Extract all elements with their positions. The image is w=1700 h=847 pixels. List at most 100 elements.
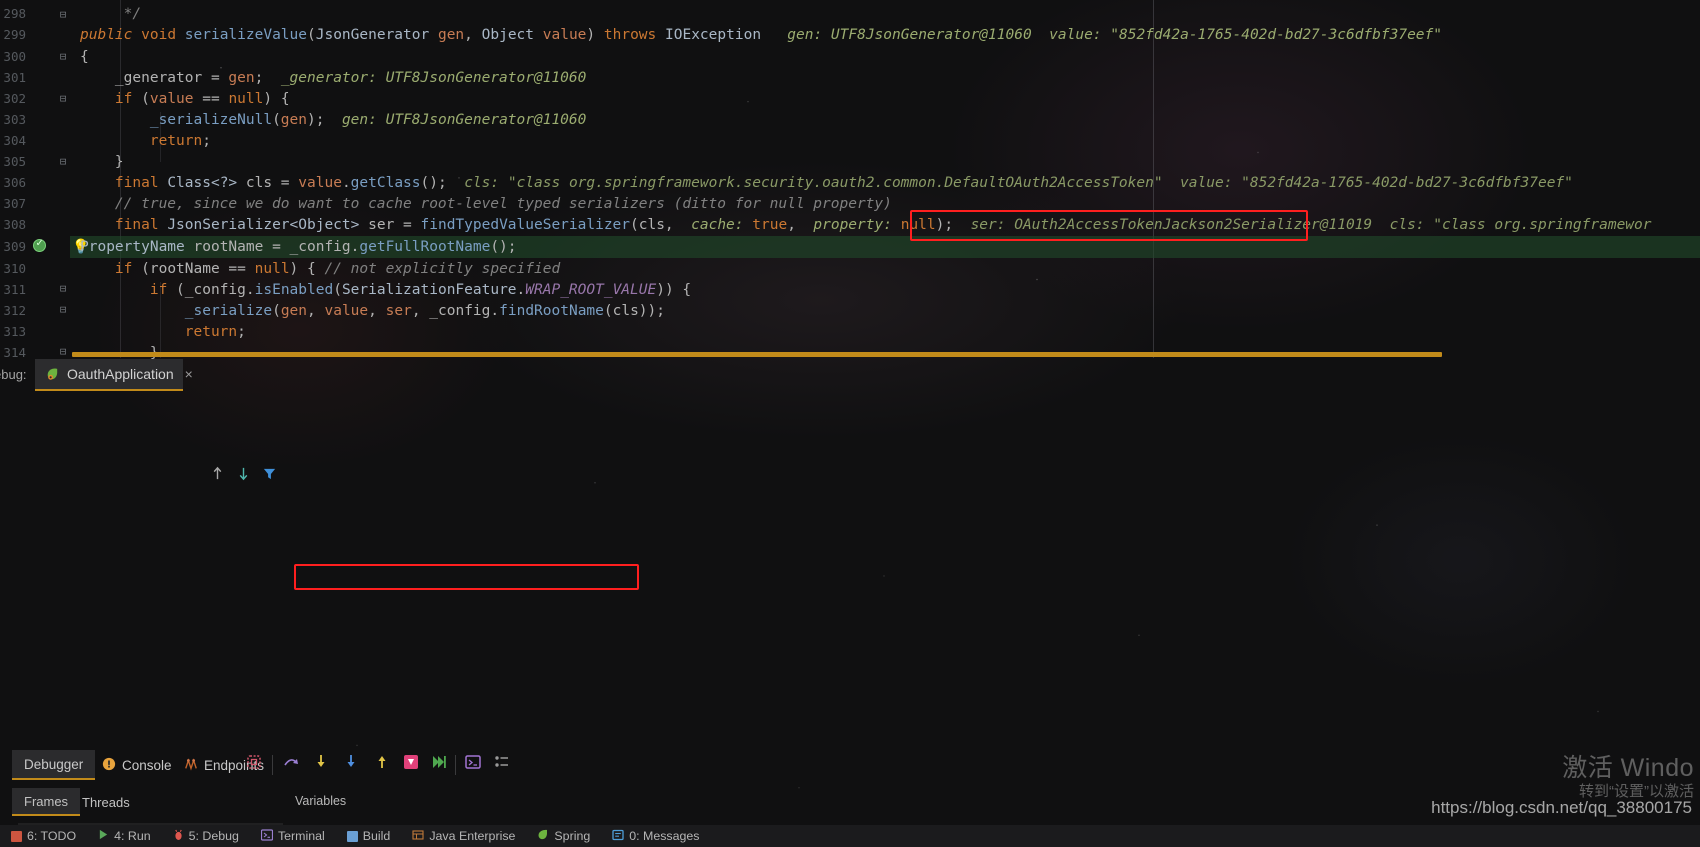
run-tab-oauthapplication[interactable]: OauthApplication × [35,359,193,391]
step-out-icon[interactable] [373,753,391,776]
java-enterprise-icon [412,829,424,844]
status-item-label: Spring [554,829,591,843]
tab-console-label: Console [122,757,172,773]
line-number: 302 [3,91,26,106]
fold-marker-icon[interactable]: ⊟ [56,155,70,169]
status-item-java-enterprise[interactable]: Java Enterprise [401,829,526,844]
inline-hint-gen-303: gen: UTF8JsonGenerator@11060 [341,112,587,128]
ide-window: 298 299 300 301 302 303 304 305 306 307 … [0,0,1700,847]
subtab-frames-label: Frames [24,793,69,809]
status-item-spring[interactable]: Spring [526,829,601,844]
editor-gutter[interactable]: 298 299 300 301 302 303 304 305 306 307 … [0,0,56,360]
code-line-313: return; [80,324,246,340]
terminal-icon [260,828,274,844]
endpoints-icon [184,757,198,774]
settings-list-icon[interactable] [493,753,511,776]
line-number: 304 [3,133,26,148]
inline-hint-ser-308: ser: OAuth2AccessTokenJackson2Serializer… [970,217,1373,233]
line-number: 303 [3,112,26,127]
status-item-run[interactable]: 4: Run [87,829,162,843]
resume-icon[interactable] [430,753,448,776]
status-item-todo[interactable]: 6: TODO [0,829,87,843]
code-line-306: final Class<?> cls = value.getClass(); c… [80,175,1573,191]
code-line-308: final JsonSerializer<Object> ser = findT… [80,217,1652,233]
spring-leaf-icon [45,367,60,382]
subtab-threads-label: Threads [82,794,130,810]
code-line-305: } [80,154,124,170]
line-number: 301 [3,70,26,85]
debug-tool-window[interactable]: ebug: OauthApplication × Debugger Co [0,352,1700,845]
line-number: 309 [3,239,26,254]
code-line-303: _serializeNull(gen); gen: UTF8JsonGenera… [149,112,587,128]
variables-panel-title: Variables [295,794,347,808]
line-number: 305 [3,154,26,169]
tab-console[interactable]: Console [90,750,184,780]
fold-marker-icon[interactable]: ⊟ [56,92,70,106]
annotation-box-ser-variable [294,564,639,590]
status-item-build[interactable]: Build [336,829,402,843]
status-item-terminal[interactable]: Terminal [250,828,336,844]
status-item-label: 6: TODO [27,829,77,843]
line-number: 311 [3,282,26,297]
panel-resize-bar[interactable] [72,352,1442,357]
code-line-299: public void serializeValue(JsonGenerator… [80,27,1442,43]
fold-marker-icon[interactable]: ⊟ [56,345,70,359]
line-number: 298 [3,6,26,21]
status-item-label: 0: Messages [629,829,700,843]
todo-icon [11,830,22,842]
line-number: 299 [3,27,26,42]
status-item-label: Terminal [277,829,325,843]
line-number: 313 [3,324,26,339]
fold-marker-icon[interactable]: ⊟ [56,303,70,317]
inline-hint-generator: _generator: UTF8JsonGenerator@11060 [280,70,587,86]
code-line-309: PropertyName rootName = _config.getFullR… [80,239,517,255]
code-line-307: // true, since we do want to cache root-… [80,196,892,212]
fold-marker-icon[interactable]: ⊟ [56,8,70,22]
build-icon [346,830,358,842]
inline-hint-value: value: "852fd42a-1765-402d-bd27-3c6dfbf3… [1049,27,1442,43]
code-line-312: _serialize(gen, value, ser, _config.find… [184,303,665,319]
toolbar-divider [272,755,273,775]
run-to-cursor-icon[interactable] [402,753,420,776]
debug-icon [173,829,184,844]
inline-hint-cls-308: cls: "class org.springframewor [1389,217,1652,233]
code-line-310: if (rootName == null) { // not explicitl… [80,261,561,277]
filter-icon[interactable] [262,466,277,486]
code-line-304: return; [80,133,211,149]
debugger-toolbar[interactable]: Debugger Console Endpoints [0,750,1700,782]
messages-icon [612,829,624,844]
inline-hint-cls-306: cls: "class org.springframework.security… [464,175,1163,191]
step-into-icon[interactable] [312,753,330,776]
force-step-into-icon[interactable] [342,753,360,776]
code-line-302: if (value == null) { [80,91,290,107]
status-item-messages[interactable]: 0: Messages [601,829,710,844]
subtab-threads[interactable]: Threads [70,788,142,816]
debug-window-label: ebug: [0,367,27,382]
fold-marker-icon[interactable]: ⊟ [56,282,70,296]
code-editor[interactable]: 298 299 300 301 302 303 304 305 306 307 … [0,0,1700,360]
line-number: 300 [3,49,26,64]
tab-debugger[interactable]: Debugger [12,750,96,780]
toolbar-divider [455,755,456,775]
mute-breakpoints-icon[interactable] [245,753,263,776]
fold-marker-icon[interactable]: ⊟ [56,50,70,64]
status-item-label: 5: Debug [188,829,239,843]
run-tab-label: OauthApplication [67,366,174,382]
step-over-icon[interactable] [282,753,300,776]
status-item-label: Build [362,829,391,843]
frames-up-icon[interactable] [210,466,225,486]
breakpoint-icon[interactable] [33,238,46,252]
status-item-label: 4: Run [114,829,151,843]
frames-threads-tabbar[interactable]: Frames Threads Variables [0,788,1700,818]
tab-debugger-label: Debugger [24,756,84,772]
line-number: 307 [3,196,26,211]
line-number: 308 [3,217,26,232]
evaluate-expression-icon[interactable] [464,753,482,776]
status-item-debug[interactable]: 5: Debug [162,829,250,844]
inline-hint-gen: gen: UTF8JsonGenerator@11060 [787,27,1032,43]
close-icon[interactable]: × [185,366,193,382]
line-number: 310 [3,261,26,276]
frames-down-icon[interactable] [236,466,251,486]
status-bar[interactable]: 6: TODO 4: Run 5: Debug Terminal Build J… [0,825,1700,847]
code-line-311: if (_config.isEnabled(SerializationFeatu… [80,282,692,298]
